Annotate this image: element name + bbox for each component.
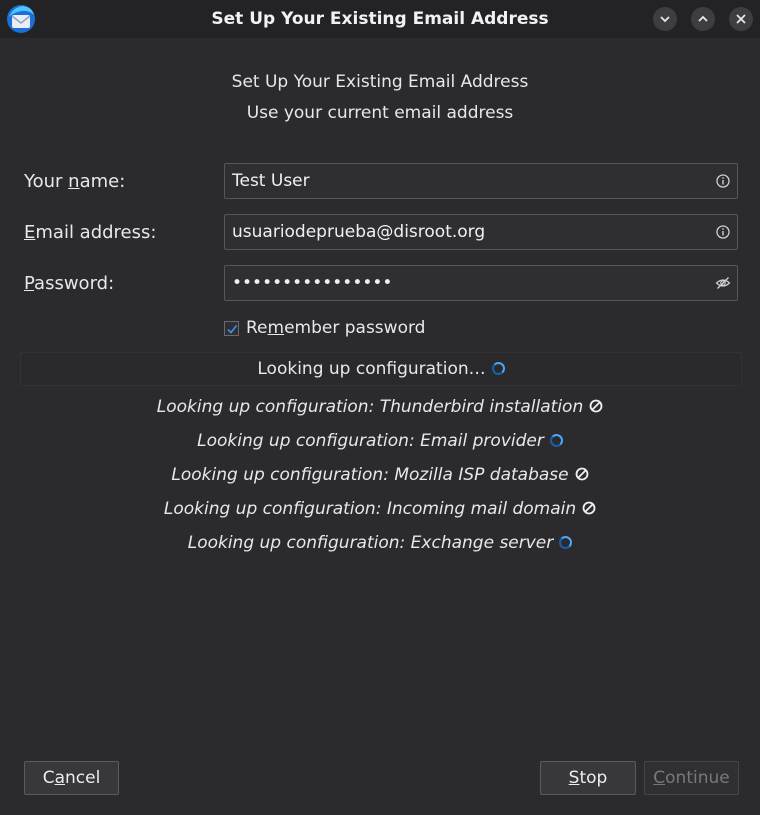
eye-slash-icon[interactable] <box>715 275 731 291</box>
failed-icon <box>582 501 596 515</box>
lookup-item: Looking up configuration: Incoming mail … <box>0 499 760 519</box>
chevron-down-icon <box>660 16 670 23</box>
password-field[interactable]: •••••••••••••••• <box>224 265 738 301</box>
lookup-item: Looking up configuration: Exchange serve… <box>0 533 760 553</box>
failed-icon <box>589 399 603 413</box>
chevron-up-icon <box>698 15 708 22</box>
close-icon <box>736 14 746 24</box>
email-field[interactable]: usuariodeprueba@disroot.org <box>224 214 738 250</box>
name-label: Your name: <box>24 171 126 192</box>
name-value: Test User <box>232 171 310 191</box>
loading-spinner-icon <box>549 433 563 447</box>
name-field[interactable]: Test User <box>224 163 738 199</box>
dialog-heading: Set Up Your Existing Email Address <box>231 72 529 92</box>
title-bar: Set Up Your Existing Email Address <box>0 0 760 38</box>
password-value: •••••••••••••••• <box>232 273 393 293</box>
dialog-subheading: Use your current email address <box>246 103 514 123</box>
minimize-button[interactable] <box>653 7 677 31</box>
info-icon <box>716 174 730 188</box>
lookup-item: Looking up configuration: Mozilla ISP da… <box>0 465 760 485</box>
loading-spinner-icon <box>559 535 573 549</box>
remember-password-label[interactable]: Remember password <box>246 318 425 338</box>
status-message: Looking up configuration… <box>21 353 741 385</box>
lookup-item: Looking up configuration: Thunderbird in… <box>0 397 760 417</box>
status-bar: Looking up configuration… <box>20 352 742 386</box>
remember-password-checkbox[interactable] <box>224 321 239 336</box>
maximize-button[interactable] <box>691 7 715 31</box>
email-value: usuariodeprueba@disroot.org <box>232 222 486 242</box>
info-icon <box>716 225 730 239</box>
lookup-item: Looking up configuration: Email provider <box>0 431 760 451</box>
loading-spinner-icon <box>491 361 505 375</box>
close-button[interactable] <box>729 7 753 31</box>
password-label: Password: <box>24 273 115 294</box>
stop-button[interactable]: Stop <box>540 761 636 795</box>
cancel-button[interactable]: Cancel <box>24 761 119 795</box>
window-title: Set Up Your Existing Email Address <box>211 9 549 29</box>
checkmark-icon <box>227 324 238 334</box>
failed-icon <box>575 467 589 481</box>
email-label: Email address: <box>24 222 157 243</box>
continue-button[interactable]: Continue <box>644 761 739 795</box>
